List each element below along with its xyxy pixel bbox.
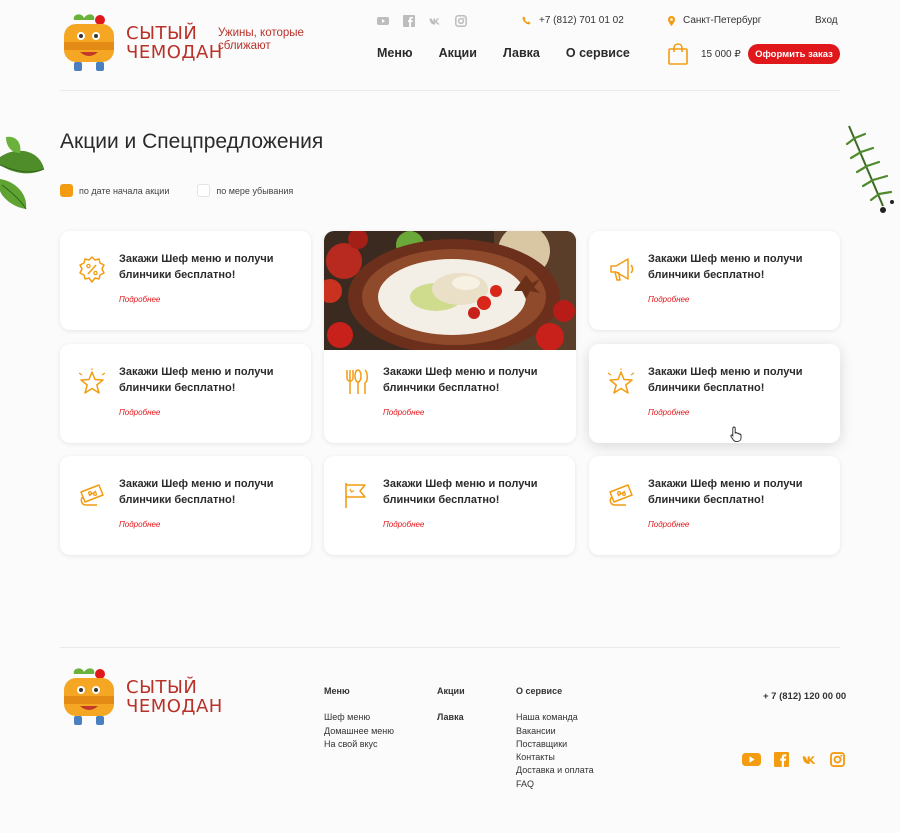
city-name: Санкт-Петербург — [683, 15, 762, 26]
footer-link-contacts[interactable]: Контакты — [516, 751, 594, 764]
promo-title: Закажи Шеф меню и получи блинчики беспла… — [119, 253, 274, 281]
coupon-icon — [609, 484, 633, 506]
footer-link-suppliers[interactable]: Поставщики — [516, 738, 594, 751]
footer-link-faq[interactable]: FAQ — [516, 778, 594, 791]
promo-details-link[interactable]: Подробнее — [119, 295, 160, 304]
facebook-icon[interactable] — [403, 15, 415, 27]
vk-icon[interactable] — [429, 15, 441, 27]
promo-card[interactable]: Закажи Шеф меню и получи блинчики беспла… — [324, 456, 575, 555]
footer-menu-column: Меню Шеф меню Домашнее меню На свой вкус — [324, 685, 394, 751]
star-icon — [78, 368, 106, 394]
page-title: Акции и Спецпредложения — [60, 130, 324, 153]
footer-shop-link[interactable]: Лавка — [437, 711, 465, 724]
fork-knife-icon — [346, 369, 368, 394]
filter-checkbox-unchecked[interactable] — [197, 184, 211, 197]
promo-title: Закажи Шеф меню и получи блинчики беспла… — [119, 366, 274, 394]
promo-details-link[interactable]: Подробнее — [383, 408, 424, 417]
promo-title: Закажи Шеф меню и получи блинчики беспла… — [119, 478, 274, 506]
footer-link-custom-menu[interactable]: На свой вкус — [324, 738, 394, 751]
hand-cursor-icon — [730, 426, 742, 442]
promo-card[interactable]: Закажи Шеф меню и получи блинчики беспла… — [60, 344, 311, 443]
filter-label: по мере убывания — [216, 185, 294, 196]
basil-leaves-decoration — [0, 136, 45, 210]
coupon-icon — [80, 484, 104, 506]
footer-promos-heading[interactable]: Акции — [437, 685, 465, 698]
instagram-icon[interactable] — [455, 15, 467, 27]
filter-label: по дате начала акции — [79, 185, 170, 196]
footer-menu-heading[interactable]: Меню — [324, 685, 394, 698]
suitcase-mascot-icon — [64, 668, 114, 725]
cart[interactable]: 15 000 ₽ — [668, 43, 741, 65]
promo-card[interactable]: Закажи Шеф меню и получи блинчики беспла… — [60, 456, 311, 555]
instagram-icon[interactable] — [830, 752, 845, 767]
promo-title: Закажи Шеф меню и получи блинчики беспла… — [648, 253, 803, 281]
footer-brand-logo[interactable]: СЫТЫЙ ЧЕМОДАН — [60, 666, 223, 728]
page: СЫТЫЙ ЧЕМОДАН Ужины, которые сближают +7… — [0, 0, 900, 833]
header-phone[interactable]: +7 (812) 701 01 02 — [522, 15, 624, 26]
city-selector[interactable]: Санкт-Петербург — [668, 15, 761, 26]
footer-phone[interactable]: + 7 (812) 120 00 00 — [763, 691, 846, 702]
location-pin-icon — [668, 15, 675, 26]
nav-item-promos[interactable]: Акции — [439, 46, 477, 60]
footer-link-chef-menu[interactable]: Шеф меню — [324, 711, 394, 724]
promo-title: Закажи Шеф меню и получи блинчики беспла… — [648, 366, 803, 394]
rosemary-decoration — [845, 125, 894, 213]
footer-about-column: О сервисе Наша команда Вакансии Поставщи… — [516, 685, 594, 791]
shopping-bag-icon — [668, 43, 688, 65]
promo-card[interactable]: Закажи Шеф меню и получи блинчики беспла… — [589, 231, 840, 330]
brand-name: СЫТЫЙ ЧЕМОДАН — [126, 677, 223, 717]
star-icon — [607, 368, 635, 394]
brand-logo[interactable]: СЫТЫЙ ЧЕМОДАН — [60, 12, 223, 74]
promo-details-link[interactable]: Подробнее — [648, 408, 689, 417]
megaphone-icon — [610, 258, 634, 281]
youtube-icon[interactable] — [742, 752, 761, 767]
filter-descending[interactable]: по мере убывания — [197, 184, 293, 197]
footer-promo-column: Акции Лавка — [437, 685, 465, 725]
flag-icon — [345, 483, 366, 508]
promo-title: Закажи Шеф меню и получи блинчики беспла… — [648, 478, 803, 506]
promo-card[interactable]: Закажи Шеф меню и получи блинчики беспла… — [60, 231, 311, 330]
promo-title: Закажи Шеф меню и получи блинчики беспла… — [383, 478, 538, 506]
header-phone-number: +7 (812) 701 01 02 — [539, 15, 624, 26]
footer-link-delivery[interactable]: Доставка и оплата — [516, 764, 594, 777]
vk-icon[interactable] — [802, 752, 817, 767]
promo-title: Закажи Шеф меню и получи блинчики беспла… — [383, 366, 538, 394]
footer-link-home-menu[interactable]: Домашнее меню — [324, 725, 394, 738]
youtube-icon[interactable] — [377, 15, 389, 27]
brand-name: СЫТЫЙ ЧЕМОДАН — [126, 23, 223, 63]
promo-card-with-photo[interactable]: Закажи Шеф меню и получи блинчики беспла… — [324, 231, 576, 443]
filter-checkbox-checked[interactable] — [60, 184, 73, 197]
main-nav: Меню Акции Лавка О сервисе — [377, 46, 630, 60]
discount-badge-icon — [79, 256, 105, 283]
nav-item-menu[interactable]: Меню — [377, 46, 413, 60]
header-social-links — [377, 15, 467, 27]
promo-details-link[interactable]: Подробнее — [648, 520, 689, 529]
promo-details-link[interactable]: Подробнее — [119, 408, 160, 417]
cart-sum: 15 000 ₽ — [701, 48, 741, 60]
footer-social-links — [742, 752, 845, 767]
filter-by-start-date[interactable]: по дате начала акции — [60, 184, 169, 197]
footer-about-heading[interactable]: О сервисе — [516, 685, 594, 698]
promo-card[interactable]: Закажи Шеф меню и получи блинчики беспла… — [589, 344, 840, 443]
promo-details-link[interactable]: Подробнее — [119, 520, 160, 529]
suitcase-mascot-icon — [64, 14, 114, 71]
nav-item-shop[interactable]: Лавка — [503, 46, 540, 60]
footer-divider — [60, 647, 840, 648]
place-order-button[interactable]: Оформить заказ — [748, 44, 840, 64]
footer-link-vacancies[interactable]: Вакансии — [516, 725, 594, 738]
phone-icon — [522, 16, 531, 25]
nav-item-about[interactable]: О сервисе — [566, 46, 630, 60]
footer-link-team[interactable]: Наша команда — [516, 711, 594, 724]
login-link[interactable]: Вход — [815, 15, 838, 26]
promo-details-link[interactable]: Подробнее — [648, 295, 689, 304]
sort-filters: по дате начала акции по мере убывания — [60, 184, 293, 197]
promo-details-link[interactable]: Подробнее — [383, 520, 424, 529]
brand-tagline: Ужины, которые сближают — [218, 27, 304, 52]
dish-photo — [324, 231, 576, 350]
facebook-icon[interactable] — [774, 752, 789, 767]
promo-card[interactable]: Закажи Шеф меню и получи блинчики беспла… — [589, 456, 840, 555]
header-divider — [60, 90, 840, 91]
